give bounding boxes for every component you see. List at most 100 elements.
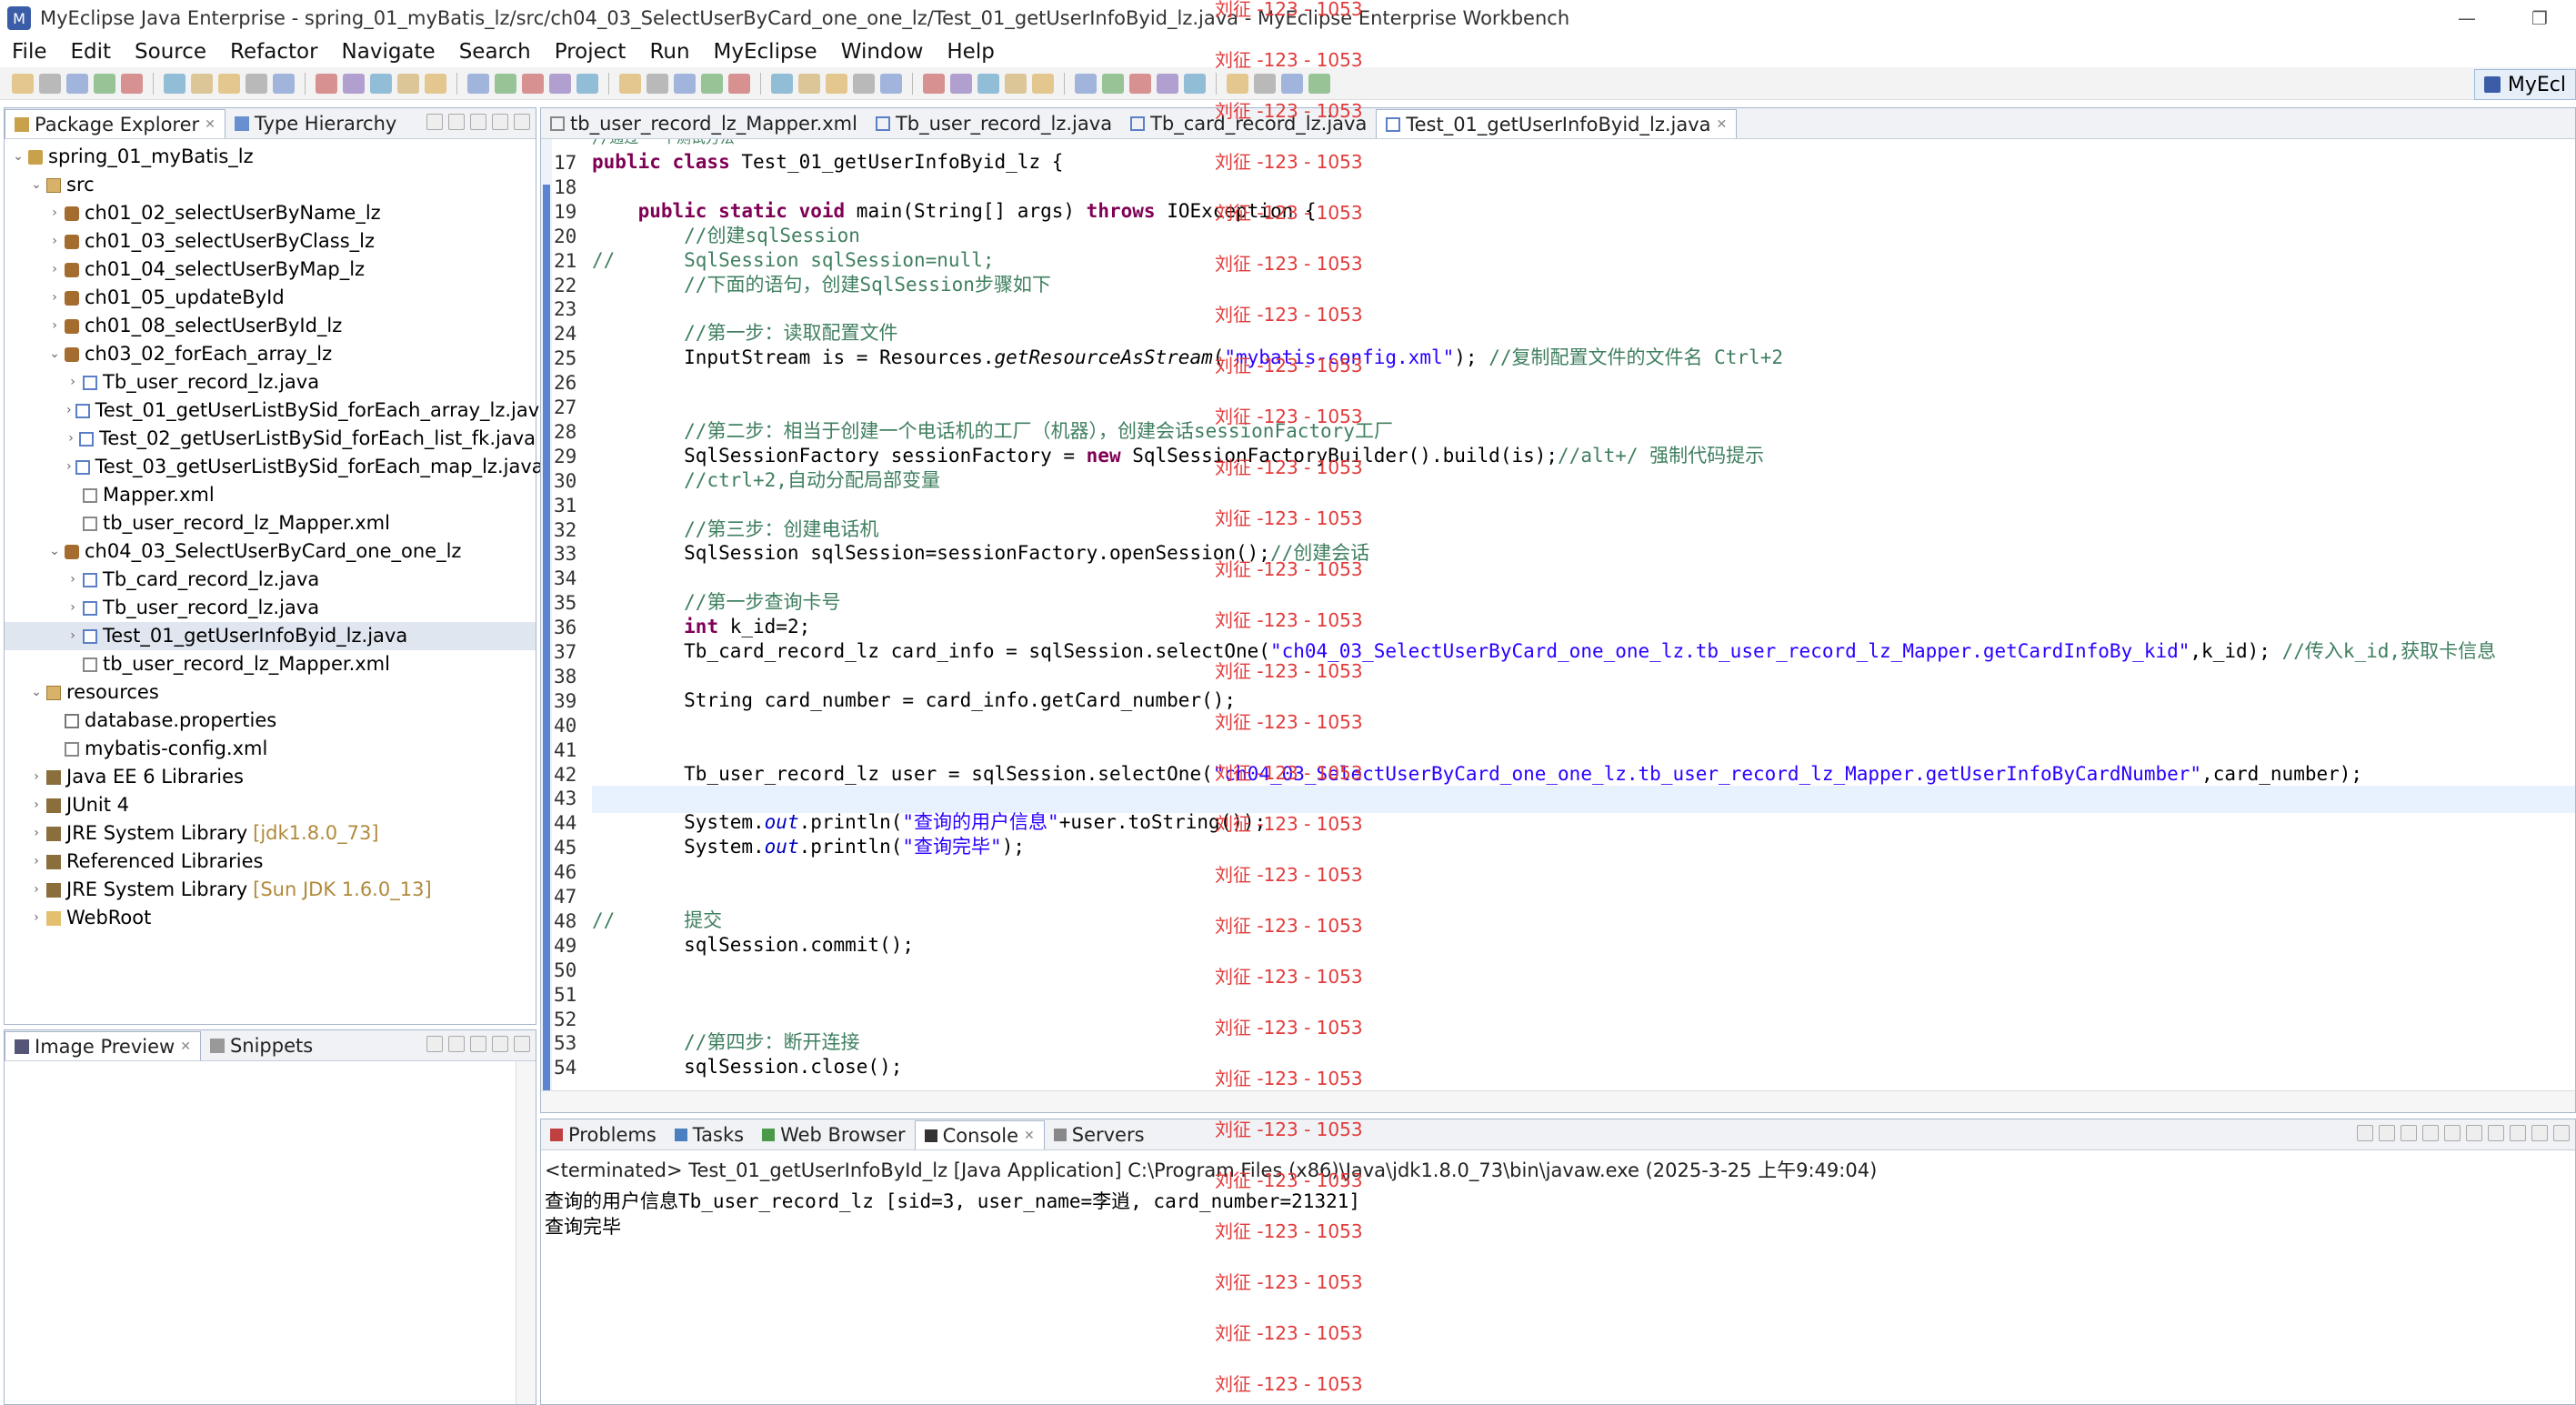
toolbar-button-icon[interactable] [923, 73, 945, 94]
menu-file[interactable]: File [0, 40, 59, 64]
tree-item[interactable]: ⌄ ch03_02_forEach_array_lz [5, 340, 536, 368]
perspective-switcher[interactable]: MyEcl [2473, 69, 2576, 100]
toolbar-button-icon[interactable] [771, 73, 793, 94]
zoom-out-icon[interactable] [448, 1036, 465, 1052]
tree-item[interactable]: › Tb_card_record_lz.java [5, 566, 536, 594]
console-action-icon[interactable] [2401, 1125, 2417, 1141]
console-action-icon[interactable] [2379, 1125, 2395, 1141]
toolbar-button-icon[interactable] [246, 73, 267, 94]
collapsed-arrow-icon[interactable]: › [66, 594, 79, 622]
toolbar-button-icon[interactable] [316, 73, 337, 94]
minimize-button[interactable]: — [2431, 0, 2503, 36]
expanded-arrow-icon[interactable]: ⌄ [30, 171, 43, 199]
toolbar-button-icon[interactable] [94, 73, 115, 94]
close-icon[interactable]: ✕ [180, 1039, 191, 1054]
tree-item[interactable]: › Test_01_getUserInfoByid_lz.java [5, 622, 536, 650]
menu-edit[interactable]: Edit [59, 40, 124, 64]
collapsed-arrow-icon[interactable]: › [30, 791, 43, 819]
collapsed-arrow-icon[interactable]: › [30, 848, 43, 876]
toolbar-button-icon[interactable] [273, 73, 295, 94]
expanded-arrow-icon[interactable]: ⌄ [48, 340, 61, 368]
toolbar-button-icon[interactable] [647, 73, 668, 94]
tab-package-explorer[interactable]: Package Explorer ✕ [5, 109, 226, 138]
menu-refactor[interactable]: Refactor [218, 40, 329, 64]
menu-source[interactable]: Source [123, 40, 218, 64]
collapsed-arrow-icon[interactable]: › [30, 904, 43, 932]
console-tab-web-browser[interactable]: Web Browser [753, 1120, 915, 1149]
console-tab-console[interactable]: Console ✕ [914, 1120, 1045, 1149]
console-action-icon[interactable] [2444, 1125, 2461, 1141]
toolbar-button-icon[interactable] [1254, 73, 1276, 94]
tree-item[interactable]: › WebRoot [5, 904, 536, 932]
console-output[interactable]: 查询的用户信息Tb_user_record_lz [sid=3, user_na… [541, 1189, 2575, 1239]
toolbar-button-icon[interactable] [1075, 73, 1097, 94]
toolbar-button-icon[interactable] [1157, 73, 1178, 94]
console-tab-servers[interactable]: Servers [1045, 1120, 1154, 1149]
view-menu-icon[interactable] [470, 114, 486, 130]
tree-item[interactable]: tb_user_record_lz_Mapper.xml [5, 509, 536, 537]
toolbar-button-icon[interactable] [977, 73, 999, 94]
expanded-arrow-icon[interactable]: ⌄ [12, 143, 25, 171]
link-editor-icon[interactable] [448, 114, 465, 130]
editor-tab[interactable]: Tb_user_record_lz.java [867, 109, 1121, 138]
console-action-icon[interactable] [2510, 1125, 2526, 1141]
toolbar-button-icon[interactable] [798, 73, 820, 94]
tree-item[interactable]: › Test_02_getUserListBySid_forEach_list_f… [5, 425, 536, 453]
fit-icon[interactable] [470, 1036, 486, 1052]
tree-item[interactable]: mybatis-config.xml [5, 735, 536, 763]
close-icon[interactable]: ✕ [1024, 1129, 1035, 1143]
tree-item[interactable]: › JUnit 4 [5, 791, 536, 819]
toolbar-button-icon[interactable] [728, 73, 750, 94]
tree-item[interactable]: ⌄ spring_01_myBatis_lz [5, 143, 536, 171]
toolbar-button-icon[interactable] [397, 73, 419, 94]
console-action-icon[interactable] [2531, 1125, 2548, 1141]
toolbar-button-icon[interactable] [853, 73, 875, 94]
expanded-arrow-icon[interactable]: ⌄ [48, 537, 61, 566]
tab-image-preview[interactable]: Image Preview ✕ [5, 1031, 201, 1060]
toolbar-button-icon[interactable] [880, 73, 902, 94]
toolbar-button-icon[interactable] [495, 73, 516, 94]
toolbar-button-icon[interactable] [39, 73, 61, 94]
tree-item[interactable]: › ch01_05_updateById [5, 284, 536, 312]
toolbar-button-icon[interactable] [66, 73, 88, 94]
toolbar-button-icon[interactable] [1129, 73, 1151, 94]
tree-item[interactable]: database.properties [5, 707, 536, 735]
toolbar-button-icon[interactable] [1184, 73, 1206, 94]
collapse-all-icon[interactable] [426, 114, 443, 130]
collapsed-arrow-icon[interactable]: › [48, 199, 61, 227]
collapsed-arrow-icon[interactable]: › [30, 763, 43, 791]
tree-item[interactable]: › Test_03_getUserListBySid_forEach_map_lz… [5, 453, 544, 481]
toolbar-button-icon[interactable] [370, 73, 392, 94]
tree-item[interactable]: › ch01_03_selectUserByClass_lz [5, 227, 536, 256]
tree-item[interactable]: › ch01_08_selectUserById_lz [5, 312, 536, 340]
minimize-view-icon[interactable] [492, 114, 508, 130]
console-action-icon[interactable] [2466, 1125, 2482, 1141]
collapsed-arrow-icon[interactable]: › [66, 622, 79, 650]
vertical-scrollbar[interactable] [516, 1061, 536, 1404]
toolbar-button-icon[interactable] [1102, 73, 1124, 94]
tree-item[interactable]: ⌄ src [5, 171, 536, 199]
console-action-icon[interactable] [2422, 1125, 2439, 1141]
menu-navigate[interactable]: Navigate [330, 40, 447, 64]
tab-snippets[interactable]: Snippets [201, 1031, 322, 1060]
close-icon[interactable]: ✕ [1717, 117, 1728, 132]
collapsed-arrow-icon[interactable]: › [48, 312, 61, 340]
console-tab-tasks[interactable]: Tasks [666, 1120, 753, 1149]
toolbar-button-icon[interactable] [218, 73, 240, 94]
editor-tab[interactable]: tb_user_record_lz_Mapper.xml [541, 109, 867, 138]
tree-item[interactable]: › Referenced Libraries [5, 848, 536, 876]
tree-item[interactable]: › Tb_user_record_lz.java [5, 368, 536, 396]
menu-help[interactable]: Help [935, 40, 1006, 64]
tree-item[interactable]: ⌄ ch04_03_SelectUserByCard_one_one_lz [5, 537, 536, 566]
collapsed-arrow-icon[interactable]: › [48, 256, 61, 284]
tree-item[interactable]: Mapper.xml [5, 481, 536, 509]
menu-myeclipse[interactable]: MyEclipse [702, 40, 829, 64]
toolbar-button-icon[interactable] [522, 73, 544, 94]
tree-item[interactable]: › JRE System Library [Sun JDK 1.6.0_13] [5, 876, 536, 904]
console-action-icon[interactable] [2553, 1125, 2570, 1141]
collapsed-arrow-icon[interactable]: › [30, 819, 43, 848]
collapsed-arrow-icon[interactable]: › [66, 425, 75, 453]
console-action-icon[interactable] [2488, 1125, 2504, 1141]
toolbar-button-icon[interactable] [950, 73, 972, 94]
toolbar-button-icon[interactable] [1005, 73, 1027, 94]
